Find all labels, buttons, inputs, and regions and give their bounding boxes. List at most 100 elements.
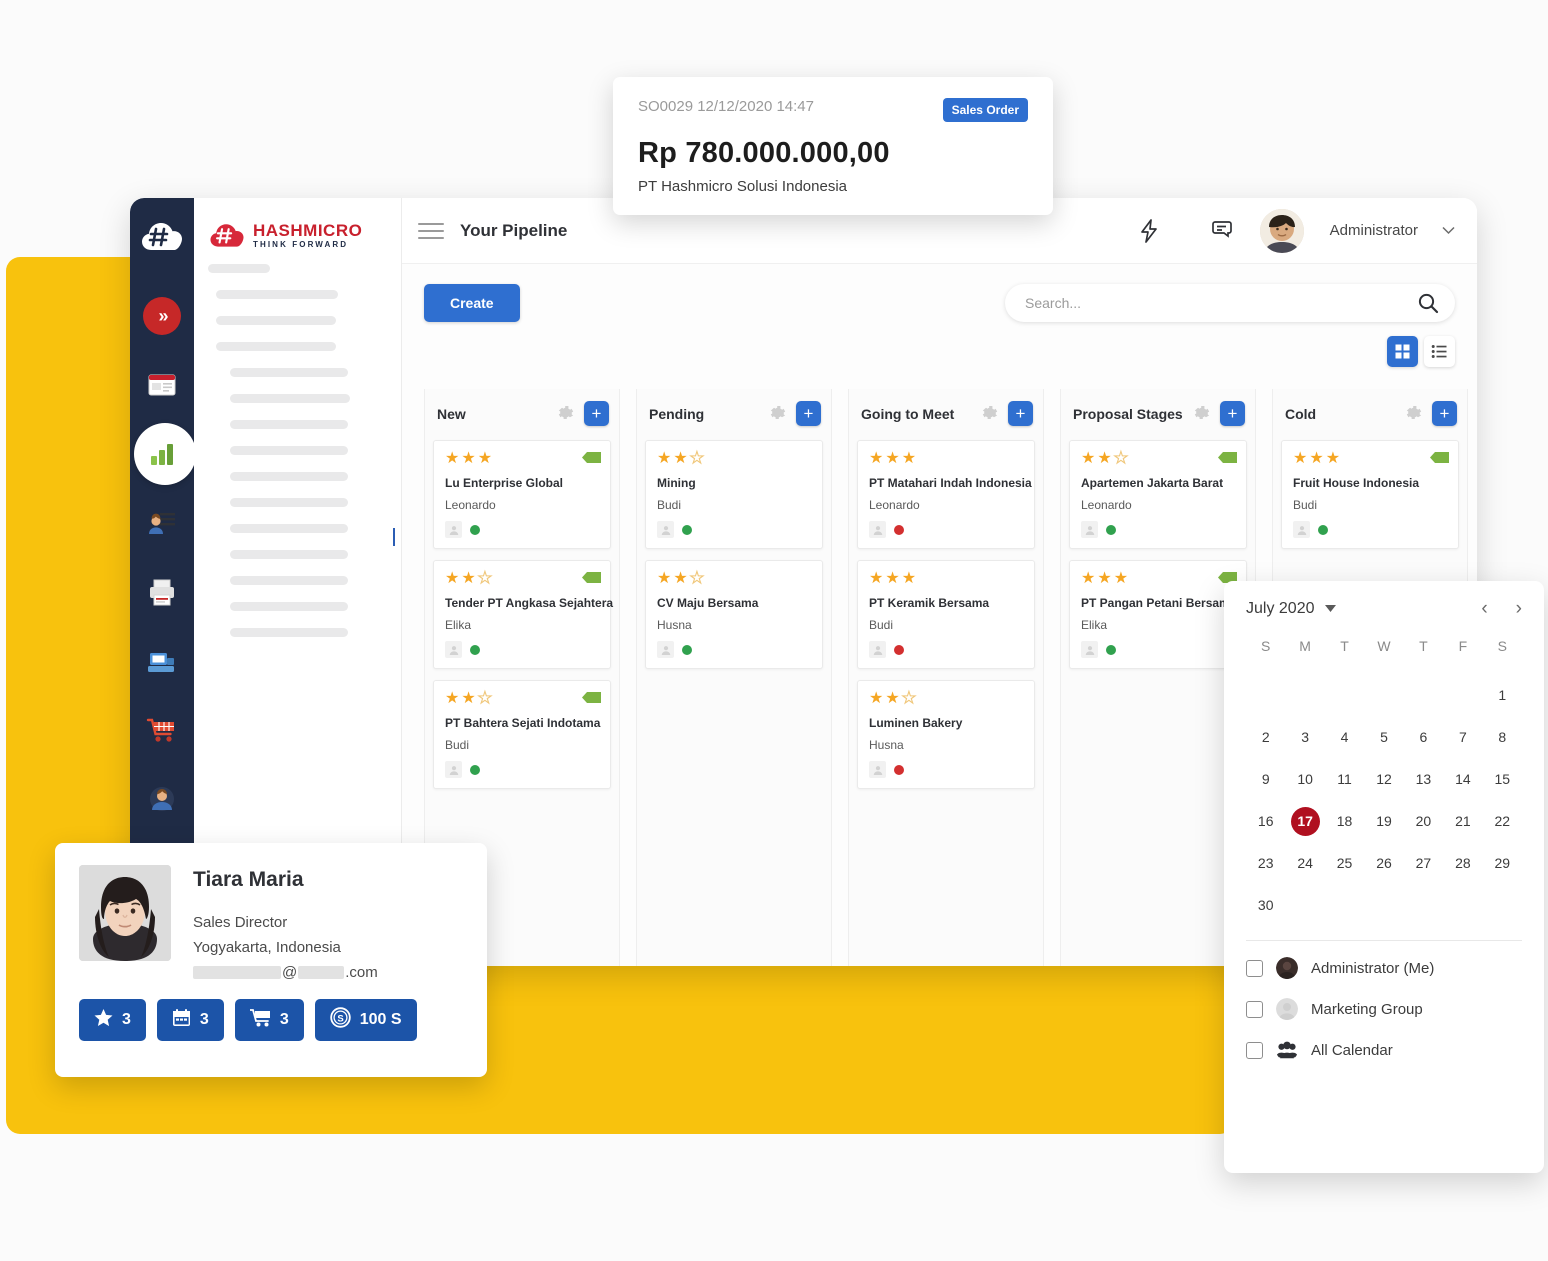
star-icon[interactable]: ★ (657, 571, 671, 587)
star-icon[interactable]: ★ (445, 451, 459, 467)
calendar-day[interactable]: 12 (1364, 765, 1403, 794)
star-icon[interactable]: ★ (869, 691, 883, 707)
star-icon[interactable]: ★ (885, 691, 899, 707)
star-icon[interactable]: ★ (1326, 451, 1340, 467)
calendar-day[interactable]: 16 (1246, 807, 1285, 836)
calendar-source-item[interactable]: All Calendar (1246, 1039, 1522, 1061)
calendar-day[interactable]: 23 (1246, 849, 1285, 878)
star-icon[interactable]: ★ (869, 571, 883, 587)
star-icon[interactable]: ★ (673, 451, 687, 467)
star-icon[interactable]: ★ (673, 571, 687, 587)
calendar-day[interactable]: 29 (1483, 849, 1522, 878)
calendar-day[interactable]: 2 (1246, 723, 1285, 752)
star-icon[interactable]: ★ (885, 571, 899, 587)
sidebar-item-contacts[interactable] (140, 501, 184, 545)
calendar-day[interactable]: 10 (1285, 765, 1324, 794)
gear-icon[interactable] (556, 404, 576, 424)
list-view-button[interactable] (1424, 336, 1455, 367)
calendar-day[interactable]: 24 (1285, 849, 1324, 878)
sidebar-item-workstation[interactable] (140, 639, 184, 683)
calendar-source-item[interactable]: Administrator (Me) (1246, 957, 1522, 979)
star-icon[interactable]: ★ (901, 690, 916, 707)
calendar-day[interactable]: 1 (1483, 681, 1522, 710)
star-icon[interactable]: ★ (869, 451, 883, 467)
star-icon[interactable]: ★ (461, 451, 475, 467)
avatar[interactable] (1259, 208, 1304, 253)
calendar-day[interactable]: 25 (1325, 849, 1364, 878)
chevron-down-icon[interactable] (1442, 223, 1455, 238)
star-icon[interactable]: ★ (461, 691, 475, 707)
calendar-prev-button[interactable]: ‹ (1481, 599, 1487, 618)
star-icon[interactable]: ★ (477, 690, 492, 707)
kanban-card[interactable]: ★ ★ ★ Tender PT Angkasa Sejahtera Elika (433, 560, 613, 669)
create-button[interactable]: Create (424, 284, 520, 322)
calendar-day[interactable]: 5 (1364, 723, 1403, 752)
sidebar-item-reports[interactable] (134, 423, 196, 485)
gear-icon[interactable] (980, 404, 1000, 424)
kanban-card[interactable]: ★ ★ ★ Lu Enterprise Global Leonardo (433, 440, 611, 549)
gear-icon[interactable] (768, 404, 788, 424)
sidebar-item-sales[interactable] (140, 708, 184, 752)
calendar-next-button[interactable]: › (1516, 599, 1522, 618)
star-icon[interactable]: ★ (885, 451, 899, 467)
add-card-button[interactable]: + (1008, 401, 1033, 426)
calendar-day[interactable]: 15 (1483, 765, 1522, 794)
star-icon[interactable]: ★ (1097, 571, 1111, 587)
calendar-day-selected[interactable]: 17 (1290, 807, 1320, 836)
kanban-card[interactable]: ★ ★ ★ PT Matahari Indah Indonesia Leonardo (857, 440, 1035, 549)
calendar-day[interactable]: 4 (1325, 723, 1364, 752)
star-icon[interactable]: ★ (657, 451, 671, 467)
rating-stars[interactable]: ★ ★ ★ (445, 451, 600, 467)
grid-view-button[interactable] (1387, 336, 1418, 367)
kanban-card[interactable]: ★ ★ ★ PT Keramik Bersama Budi (857, 560, 1035, 669)
star-icon[interactable]: ★ (689, 450, 704, 467)
kanban-card[interactable]: ★ ★ ★ CV Maju Bersama Husna (645, 560, 823, 669)
search-box[interactable] (1005, 284, 1455, 322)
star-icon[interactable]: ★ (1293, 451, 1307, 467)
calendar-source-item[interactable]: Marketing Group (1246, 998, 1522, 1020)
profile-stat-star[interactable]: 3 (79, 999, 146, 1041)
rating-stars[interactable]: ★ ★ ★ (1293, 451, 1448, 467)
chat-icon[interactable] (1206, 216, 1236, 246)
star-icon[interactable]: ★ (478, 451, 492, 467)
kanban-card[interactable]: ★ ★ ★ Luminen Bakery Husna (857, 680, 1035, 789)
calendar-day[interactable]: 26 (1364, 849, 1403, 878)
kanban-card[interactable]: ★ ★ ★ Mining Budi (645, 440, 823, 549)
kanban-card[interactable]: ★ ★ ★ PT Bahtera Sejati Indotama Budi (433, 680, 611, 789)
calendar-day[interactable]: 19 (1364, 807, 1403, 836)
lightning-icon[interactable] (1134, 216, 1164, 246)
star-icon[interactable]: ★ (1113, 450, 1128, 467)
hashmicro-cloud-logo[interactable] (136, 208, 188, 264)
star-icon[interactable]: ★ (1097, 451, 1111, 467)
profile-stat-coin[interactable]: S 100 S (314, 999, 417, 1041)
calendar-day[interactable]: 6 (1404, 723, 1443, 752)
sidebar-item-expand[interactable]: » (140, 294, 184, 338)
rating-stars[interactable]: ★ ★ ★ (445, 570, 600, 587)
calendar-day[interactable]: 14 (1443, 765, 1482, 794)
gear-icon[interactable] (1404, 404, 1424, 424)
star-icon[interactable]: ★ (1114, 571, 1128, 587)
sidebar-item-printer[interactable] (140, 570, 184, 614)
rating-stars[interactable]: ★ ★ ★ (445, 690, 600, 707)
calendar-day[interactable]: 11 (1325, 765, 1364, 794)
add-card-button[interactable]: + (584, 401, 609, 426)
sidebar-item-news[interactable] (140, 363, 184, 407)
calendar-day[interactable]: 18 (1325, 807, 1364, 836)
kanban-card[interactable]: ★ ★ ★ Apartemen Jakarta Barat Leonardo (1069, 440, 1247, 549)
hamburger-menu-icon[interactable] (418, 222, 444, 239)
rating-stars[interactable]: ★ ★ ★ (869, 451, 1024, 467)
user-name[interactable]: Administrator (1330, 222, 1418, 239)
chevron-down-icon[interactable] (1324, 604, 1336, 614)
checkbox[interactable] (1246, 1041, 1263, 1059)
kanban-card[interactable]: ★ ★ ★ PT Pangan Petani Bersama Elika (1069, 560, 1247, 669)
search-icon[interactable] (1417, 292, 1439, 314)
calendar-day[interactable]: 20 (1404, 807, 1443, 836)
rating-stars[interactable]: ★ ★ ★ (1081, 571, 1236, 587)
sidebar-item-account[interactable] (140, 777, 184, 821)
rating-stars[interactable]: ★ ★ ★ (657, 450, 812, 467)
calendar-day[interactable]: 3 (1285, 723, 1324, 752)
star-icon[interactable]: ★ (461, 571, 475, 587)
star-icon[interactable]: ★ (902, 571, 916, 587)
calendar-day[interactable]: 21 (1443, 807, 1482, 836)
calendar-day[interactable]: 22 (1483, 807, 1522, 836)
